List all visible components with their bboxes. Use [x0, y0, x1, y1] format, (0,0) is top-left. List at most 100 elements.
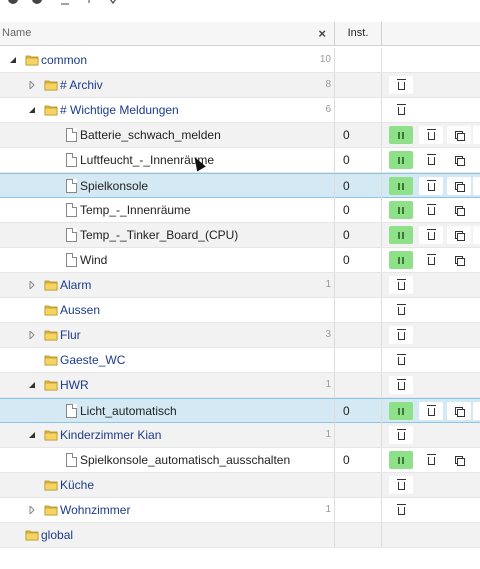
pause-icon: [398, 206, 404, 214]
delete-button[interactable]: [389, 376, 413, 394]
delete-button[interactable]: [419, 402, 443, 420]
pause-button[interactable]: [389, 402, 413, 420]
script-file-icon: [66, 253, 77, 267]
folder-row[interactable]: Wohnzimmer 1: [0, 498, 480, 523]
delete-button[interactable]: [389, 501, 413, 519]
script-row[interactable]: Licht_automatisch 0: [0, 398, 480, 423]
more-button[interactable]: [473, 451, 480, 469]
folder-row[interactable]: Kinderzimmer Kian 1: [0, 423, 480, 448]
script-row[interactable]: Batterie_schwach_melden 0: [0, 123, 480, 148]
script-label: Temp_-_Innenräume: [80, 203, 191, 217]
collapsed-toggle-icon[interactable]: [27, 505, 37, 515]
collapse-icon[interactable]: [82, 0, 96, 6]
delete-button[interactable]: [389, 326, 413, 344]
delete-button[interactable]: [389, 276, 413, 294]
more-button[interactable]: [473, 251, 480, 269]
actions-column-header: [382, 22, 480, 45]
expanded-toggle-icon[interactable]: [8, 55, 18, 65]
folder-row[interactable]: Aussen: [0, 298, 480, 323]
script-count: 3: [325, 329, 331, 340]
refresh-icon[interactable]: [6, 0, 20, 6]
folder-label: # Wichtige Meldungen: [60, 103, 179, 117]
copy-button[interactable]: [447, 402, 471, 420]
copy-button[interactable]: [447, 226, 471, 244]
copy-button[interactable]: [447, 126, 471, 144]
sort-icon[interactable]: [58, 0, 72, 6]
folder-row[interactable]: Küche: [0, 473, 480, 498]
expanded-toggle-icon[interactable]: [27, 105, 37, 115]
folder-row[interactable]: # Wichtige Meldungen 6: [0, 98, 480, 123]
folder-row[interactable]: HWR 1: [0, 373, 480, 398]
delete-button[interactable]: [419, 177, 443, 195]
folder-icon: [44, 328, 58, 342]
copy-button[interactable]: [447, 151, 471, 169]
collapsed-toggle-icon[interactable]: [27, 280, 37, 290]
trash-icon: [426, 129, 436, 140]
more-button[interactable]: [473, 201, 480, 219]
script-label: Batterie_schwach_melden: [80, 128, 221, 142]
folder-row[interactable]: Alarm 1: [0, 273, 480, 298]
folder-row[interactable]: Flur 3: [0, 323, 480, 348]
delete-button[interactable]: [419, 451, 443, 469]
copy-button[interactable]: [447, 177, 471, 195]
pause-button[interactable]: [389, 451, 413, 469]
name-cell: Wohnzimmer 1: [0, 498, 335, 522]
more-button[interactable]: [473, 126, 480, 144]
copy-icon: [455, 231, 465, 241]
copy-icon: [455, 256, 465, 266]
actions-cell: [382, 223, 480, 247]
pause-button[interactable]: [389, 177, 413, 195]
pause-button[interactable]: [389, 251, 413, 269]
script-row[interactable]: Spielkonsole 0: [0, 173, 480, 198]
instances-cell: [335, 373, 382, 397]
pause-button[interactable]: [389, 151, 413, 169]
more-button[interactable]: [473, 177, 480, 195]
pause-button[interactable]: [389, 201, 413, 219]
folder-row[interactable]: common 10: [0, 48, 480, 73]
delete-button[interactable]: [389, 351, 413, 369]
script-count: 1: [325, 429, 331, 440]
collapsed-toggle-icon[interactable]: [27, 330, 37, 340]
delete-button[interactable]: [389, 426, 413, 444]
expand-icon[interactable]: [106, 0, 120, 6]
script-row[interactable]: Temp_-_Tinker_Board_(CPU) 0: [0, 223, 480, 248]
script-row[interactable]: Wind 0: [0, 248, 480, 273]
more-button[interactable]: [473, 151, 480, 169]
delete-button[interactable]: [389, 101, 413, 119]
script-row[interactable]: Temp_-_Innenräume 0: [0, 198, 480, 223]
script-row[interactable]: Luftfeucht_-_Innenräume 0: [0, 148, 480, 173]
delete-button[interactable]: [419, 226, 443, 244]
folder-row[interactable]: Gaeste_WC: [0, 348, 480, 373]
name-column-header[interactable]: Name ×: [0, 22, 335, 45]
instances-column-header[interactable]: Inst.: [335, 22, 382, 45]
collapsed-toggle-icon[interactable]: [27, 80, 37, 90]
info-icon[interactable]: [30, 0, 44, 6]
copy-button[interactable]: [447, 251, 471, 269]
pause-button[interactable]: [389, 126, 413, 144]
folder-icon: [44, 303, 58, 317]
name-cell: HWR 1: [0, 373, 335, 397]
copy-button[interactable]: [447, 201, 471, 219]
pause-button[interactable]: [389, 226, 413, 244]
delete-button[interactable]: [419, 251, 443, 269]
folder-label: Küche: [60, 478, 95, 492]
delete-button[interactable]: [389, 476, 413, 494]
more-button[interactable]: [473, 226, 480, 244]
name-cell: Licht_automatisch: [0, 399, 335, 423]
delete-button[interactable]: [389, 76, 413, 94]
delete-button[interactable]: [389, 301, 413, 319]
pause-icon: [398, 231, 404, 239]
delete-button[interactable]: [419, 126, 443, 144]
clear-filter-icon[interactable]: ×: [318, 22, 326, 45]
folder-row[interactable]: global: [0, 523, 480, 548]
more-button[interactable]: [473, 402, 480, 420]
name-cell: Alarm 1: [0, 273, 335, 297]
expanded-toggle-icon[interactable]: [27, 430, 37, 440]
script-row[interactable]: Spielkonsole_automatisch_ausschalten 0: [0, 448, 480, 473]
delete-button[interactable]: [419, 151, 443, 169]
delete-button[interactable]: [419, 201, 443, 219]
folder-label: Wohnzimmer: [60, 503, 131, 517]
folder-row[interactable]: # Archiv 8: [0, 73, 480, 98]
copy-button[interactable]: [447, 451, 471, 469]
expanded-toggle-icon[interactable]: [27, 380, 37, 390]
